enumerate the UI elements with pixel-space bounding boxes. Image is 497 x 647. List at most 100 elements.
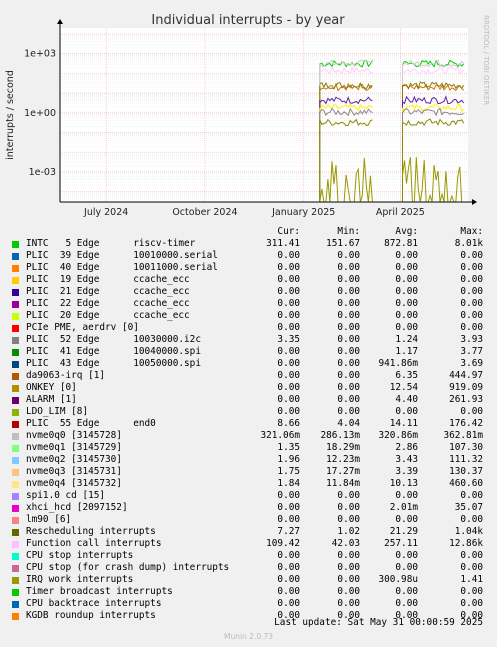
legend-max-value: 0.00 (460, 274, 483, 285)
legend-swatch (12, 373, 19, 380)
legend-row: ALARM [1] 0.00 0.00 4.40 261.93 (12, 394, 492, 406)
legend-max-value: 0.00 (460, 310, 483, 321)
legend-row: CPU backtrace interrupts 0.00 0.00 0.00 0.00 (12, 598, 492, 610)
legend-row: Timer broadcast interrupts 0.00 0.00 0.00 0.… (12, 586, 492, 598)
legend-max-value: 107.30 (449, 442, 483, 453)
legend-label: ONKEY [0] (26, 382, 77, 393)
legend-cur-value: 0.00 (277, 262, 300, 273)
legend-min-value: 0.00 (337, 574, 360, 585)
header-max: Max: (460, 226, 483, 237)
legend-cur-value: 311.41 (266, 238, 300, 249)
legend-row: PLIC 55 Edge end0 8.66 4.04 14.11 176.42 (12, 418, 492, 430)
legend-label: LDO_LIM [8] (26, 406, 89, 417)
last-update: Last update: Sat May 31 00:00:59 2025 (274, 617, 483, 628)
legend-cur-value: 1.75 (277, 466, 300, 477)
legend-max-value: 176.42 (449, 418, 483, 429)
legend-row: PCIe PME, aerdrv [0] 0.00 0.00 0.00 0.00 (12, 322, 492, 334)
legend-avg-value: 300.98u (378, 574, 418, 585)
legend-min-value: 0.00 (337, 598, 360, 609)
legend-max-value: 0.00 (460, 322, 483, 333)
legend-max-value: 0.00 (460, 262, 483, 273)
legend-swatch (12, 325, 19, 332)
legend-swatch (12, 541, 19, 548)
legend-cur-value: 0.00 (277, 310, 300, 321)
legend-row: nvme0q1 [3145729] 1.35 18.29m 2.86 107.30 (12, 442, 492, 454)
legend-max-value: 1.41 (460, 574, 483, 585)
legend-avg-value: 0.00 (395, 298, 418, 309)
legend-cur-value: 0.00 (277, 286, 300, 297)
legend-avg-value: 941.86m (378, 358, 418, 369)
legend-cur-value: 0.00 (277, 490, 300, 501)
legend-max-value: 261.93 (449, 394, 483, 405)
legend-min-value: 0.00 (337, 586, 360, 597)
legend-label: INTC 5 Edge riscv-timer (26, 238, 196, 249)
legend-label: PLIC 21 Edge ccache_ecc (26, 286, 190, 297)
legend-row: CPU stop interrupts 0.00 0.00 0.00 0.00 (12, 550, 492, 562)
legend-label: CPU backtrace interrupts (26, 598, 162, 609)
legend-min-value: 0.00 (337, 382, 360, 393)
legend-label: da9063-irq [1] (26, 370, 106, 381)
legend-swatch (12, 301, 19, 308)
legend-avg-value: 0.00 (395, 562, 418, 573)
legend-label: nvme0q1 [3145729] (26, 442, 122, 453)
legend-min-value: 0.00 (337, 310, 360, 321)
legend-label: PLIC 22 Edge ccache_ecc (26, 298, 190, 309)
legend-label: IRQ work interrupts (26, 574, 134, 585)
legend-min-value: 42.03 (331, 538, 360, 549)
legend-max-value: 0.00 (460, 250, 483, 261)
legend-min-value: 0.00 (337, 502, 360, 513)
legend-swatch (12, 253, 19, 260)
legend-row: Function call interrupts 109.42 42.03 257.1… (12, 538, 492, 550)
legend-row: ONKEY [0] 0.00 0.00 12.54 919.09 (12, 382, 492, 394)
legend-max-value: 0.00 (460, 598, 483, 609)
legend-swatch (12, 457, 19, 464)
legend-cur-value: 1.35 (277, 442, 300, 453)
legend-cur-value: 0.00 (277, 382, 300, 393)
legend-avg-value: 10.13 (389, 478, 418, 489)
legend-min-value: 0.00 (337, 298, 360, 309)
legend-row: PLIC 21 Edge ccache_ecc 0.00 0.00 0.00 0.00 (12, 286, 492, 298)
legend-swatch (12, 337, 19, 344)
legend-min-value: 4.04 (337, 418, 360, 429)
legend-avg-value: 2.86 (395, 442, 418, 453)
legend-cur-value: 8.66 (277, 418, 300, 429)
legend-min-value: 0.00 (337, 490, 360, 501)
legend-row: nvme0q0 [3145728] 321.06m 286.13m 320.86m 36… (12, 430, 492, 442)
legend-swatch (12, 529, 19, 536)
legend-swatch (12, 409, 19, 416)
legend-swatch (12, 493, 19, 500)
legend-min-value: 0.00 (337, 394, 360, 405)
legend-swatch (12, 445, 19, 452)
legend-swatch (12, 505, 19, 512)
legend-label: Timer broadcast interrupts (26, 586, 173, 597)
x-tick-label: April 2025 (376, 207, 425, 218)
legend-min-value: 0.00 (337, 274, 360, 285)
legend-min-value: 0.00 (337, 286, 360, 297)
legend-min-value: 0.00 (337, 550, 360, 561)
legend-min-value: 0.00 (337, 514, 360, 525)
y-tick-label: 1e+03 (24, 49, 56, 60)
legend-max-value: 0.00 (460, 406, 483, 417)
legend-swatch (12, 433, 19, 440)
legend-max-value: 0.00 (460, 514, 483, 525)
legend-row: nvme0q3 [3145731] 1.75 17.27m 3.39 130.37 (12, 466, 492, 478)
legend-avg-value: 0.00 (395, 274, 418, 285)
legend-avg-value: 0.00 (395, 490, 418, 501)
legend-cur-value: 0.00 (277, 598, 300, 609)
legend-label: nvme0q4 [3145732] (26, 478, 122, 489)
chart-title: Individual interrupts - by year (151, 13, 345, 28)
legend-min-value: 11.84m (326, 478, 360, 489)
legend-cur-value: 0.00 (277, 514, 300, 525)
legend-min-value: 1.02 (337, 526, 360, 537)
legend-min-value: 0.00 (337, 358, 360, 369)
legend-label: PLIC 41 Edge 10040000.spi (26, 346, 201, 357)
legend-swatch (12, 277, 19, 284)
legend-min-value: 0.00 (337, 322, 360, 333)
legend-row: xhci_hcd [2097152] 0.00 0.00 2.01m 35.07 (12, 502, 492, 514)
legend-swatch (12, 289, 19, 296)
legend-max-value: 0.00 (460, 550, 483, 561)
legend-row: INTC 5 Edge riscv-timer 311.41 151.67 872.8… (12, 238, 492, 250)
legend-max-value: 444.97 (449, 370, 483, 381)
legend-min-value: 0.00 (337, 370, 360, 381)
legend-min-value: 286.13m (320, 430, 360, 441)
